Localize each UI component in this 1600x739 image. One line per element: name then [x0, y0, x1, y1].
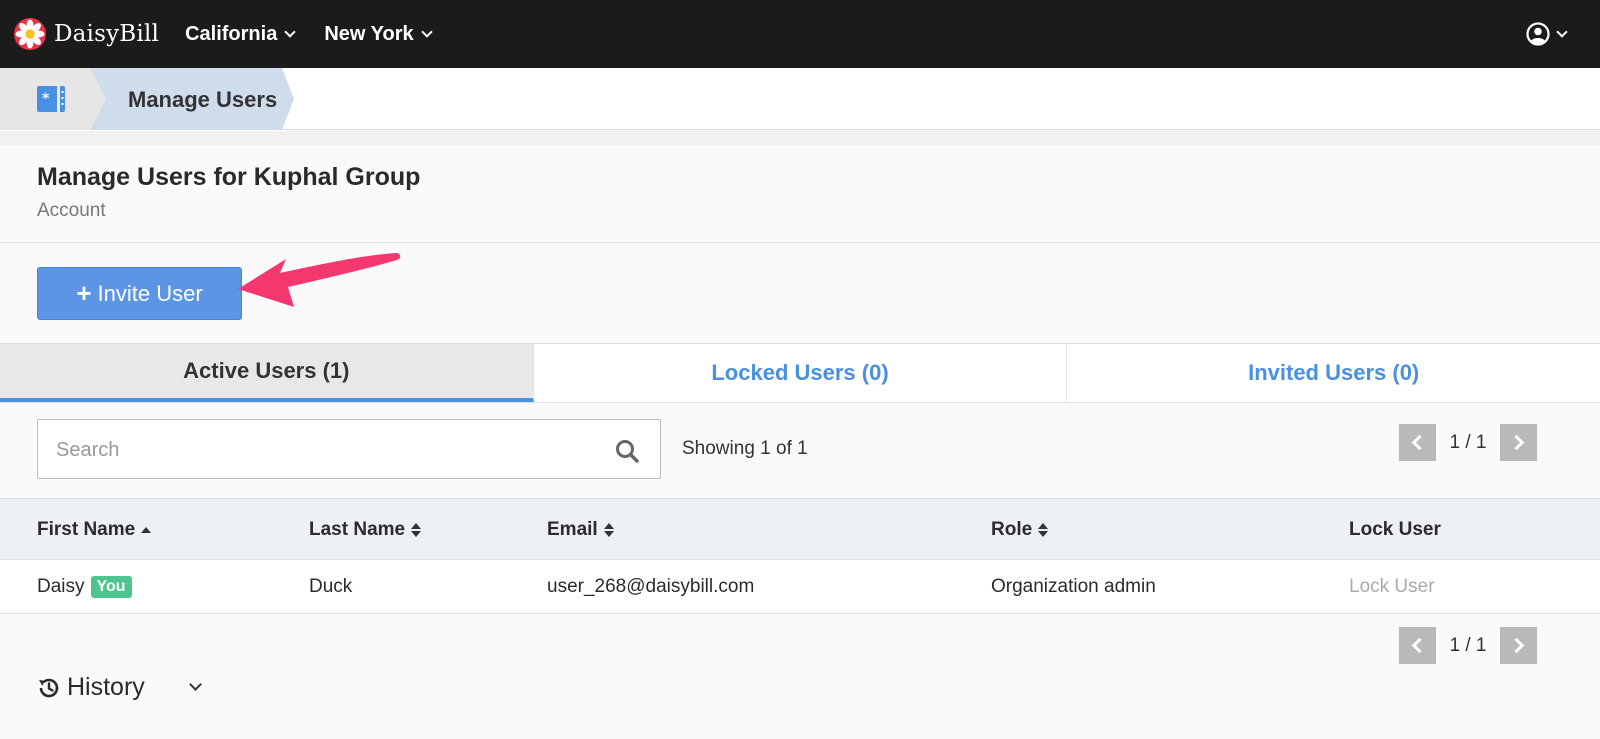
breadcrumb-current-label: Manage Users [128, 87, 278, 112]
brand-link[interactable]: DaisyBill [13, 17, 159, 51]
chevron-down-icon [284, 25, 296, 38]
tab-active-users[interactable]: Active Users (1) [0, 344, 534, 402]
cell-role: Organization admin [991, 576, 1156, 597]
cell-last-name: Duck [309, 576, 353, 597]
chevron-down-icon [1556, 25, 1568, 38]
divider [0, 242, 1600, 243]
tab-locked-users[interactable]: Locked Users (0) [533, 344, 1068, 402]
invite-user-label: Invite User [97, 280, 203, 306]
sort-icon [1038, 523, 1049, 537]
chevron-right-icon [1508, 637, 1525, 654]
history-toggle[interactable]: History [37, 673, 202, 702]
brand-name: DaisyBill [54, 21, 160, 47]
cell-email: user_268@daisybill.com [547, 576, 755, 597]
chevron-right-icon [1508, 434, 1525, 451]
column-header-lock-user: Lock User [1349, 519, 1441, 541]
breadcrumb-home[interactable]: * [0, 68, 92, 130]
invite-user-button[interactable]: + Invite User [37, 267, 242, 320]
cell-first-name: Daisy You [37, 576, 132, 598]
results-count: Showing 1 of 1 [682, 438, 808, 459]
svg-text:*: * [42, 91, 50, 107]
daisy-flower-icon [14, 18, 46, 50]
history-label: History [67, 673, 145, 701]
user-circle-icon [1526, 22, 1550, 46]
user-tabs: Active Users (1) Locked Users (0) Invite… [0, 344, 1600, 403]
sort-icon [603, 523, 614, 537]
sort-asc-icon [141, 527, 152, 533]
chevron-left-icon [1411, 434, 1428, 451]
lock-user-link[interactable]: Lock User [1349, 576, 1435, 598]
table-row: Daisy You Duck user_268@daisybill.com Or… [0, 560, 1600, 614]
user-menu-dropdown[interactable] [1526, 22, 1568, 46]
column-header-email[interactable]: Email [547, 519, 614, 541]
column-header-first-name[interactable]: First Name [37, 519, 152, 541]
page-subtitle: Account [37, 200, 106, 221]
column-header-last-name[interactable]: Last Name [309, 519, 422, 541]
top-navbar: DaisyBill California New York [0, 0, 1600, 68]
column-header-label: Role [991, 519, 1033, 540]
id-card-icon: * [37, 86, 65, 112]
main-panel: Manage Users for Kuphal Group Account + … [0, 145, 1600, 739]
pager-text: 1 / 1 [1449, 634, 1487, 656]
table-header: First Name Last Name Email Role Lock Use… [0, 498, 1600, 560]
nav-california-dropdown[interactable]: California [185, 22, 296, 46]
first-name-text: Daisy [37, 576, 85, 597]
nav-item-label: New York [324, 22, 414, 45]
pagination-top: 1 / 1 [1399, 424, 1537, 461]
column-header-label: Lock User [1349, 519, 1441, 540]
column-header-label: First Name [37, 519, 136, 540]
plus-icon: + [76, 278, 92, 308]
pager-next-button[interactable] [1500, 627, 1537, 664]
pager-next-button[interactable] [1500, 424, 1537, 461]
pagination-bottom: 1 / 1 [1399, 627, 1537, 664]
nav-new-york-dropdown[interactable]: New York [324, 22, 433, 46]
chevron-down-icon [188, 678, 202, 691]
you-badge: You [90, 576, 132, 598]
search-icon[interactable] [614, 438, 640, 464]
breadcrumb: * Manage Users [0, 68, 1600, 130]
chevron-left-icon [1411, 637, 1428, 654]
pager-text: 1 / 1 [1449, 431, 1487, 453]
history-clock-icon [39, 678, 59, 697]
separator-gap [0, 131, 1600, 145]
column-header-role[interactable]: Role [991, 519, 1049, 541]
chevron-down-icon [420, 25, 433, 38]
tab-invited-users[interactable]: Invited Users (0) [1067, 344, 1600, 402]
nav-item-label: California [185, 22, 278, 45]
search-box [37, 419, 661, 479]
page-title: Manage Users for Kuphal Group [37, 163, 421, 191]
annotation-arrow-icon [238, 253, 401, 307]
pager-prev-button[interactable] [1399, 424, 1436, 461]
column-header-label: Email [547, 519, 598, 540]
sort-icon [411, 523, 422, 537]
search-input[interactable] [56, 436, 596, 464]
pager-prev-button[interactable] [1399, 627, 1436, 664]
column-header-label: Last Name [309, 519, 406, 540]
